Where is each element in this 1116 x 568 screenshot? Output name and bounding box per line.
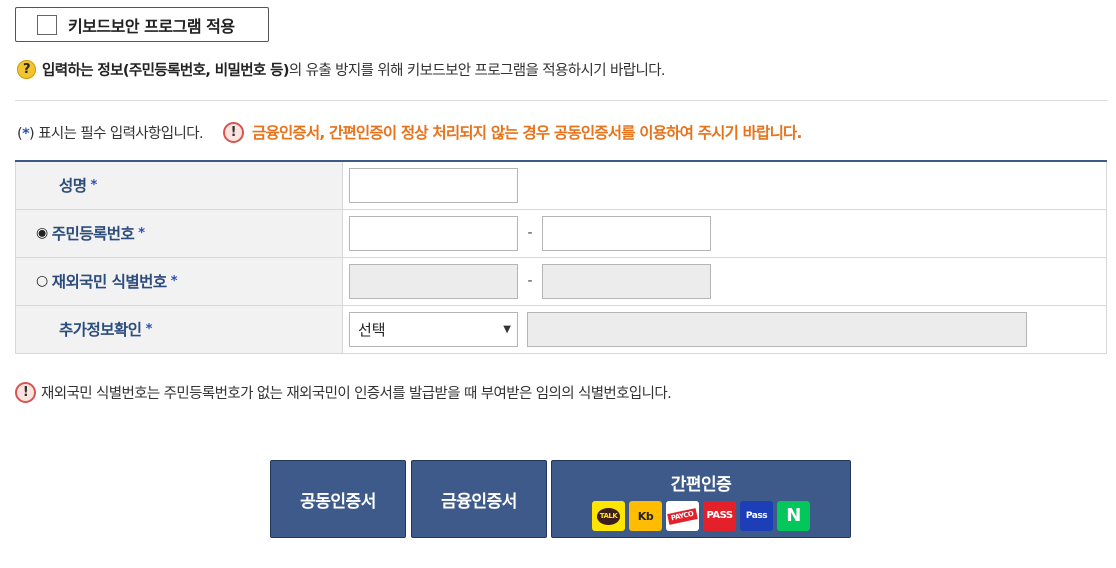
joint-certificate-label: 공동인증서 xyxy=(300,491,376,512)
rrn-back-input[interactable] xyxy=(542,215,711,251)
rrn-front-input[interactable] xyxy=(349,215,518,251)
foreign-id-label: 재외국민 식별번호 xyxy=(51,273,167,291)
foreign-id-back-input[interactable] xyxy=(542,263,711,299)
radio-unselected-icon[interactable]: ○ xyxy=(36,273,48,289)
form-row-extra: 추가정보확인 * 선택 ▼ xyxy=(15,305,1107,354)
radio-selected-icon[interactable]: ◉ xyxy=(36,225,48,241)
dash-separator: - xyxy=(527,273,533,289)
simple-auth-logos: TALK Kb PAYCO PASS Pass N xyxy=(592,501,810,531)
extra-info-input[interactable] xyxy=(527,311,1028,347)
rrn-label: 주민등록번호 xyxy=(51,225,135,243)
name-label: 성명 xyxy=(59,177,87,196)
joint-certificate-button[interactable]: 공동인증서 xyxy=(270,460,406,538)
foreign-id-radio-option[interactable]: ○ 재외국민 식별번호 * xyxy=(16,270,342,292)
required-notice-row: (*) 표시는 필수 입력사항입니다. ! 금융인증서, 간편인증이 정상 처리… xyxy=(17,121,802,143)
keyboard-security-checkbox[interactable] xyxy=(37,14,57,35)
finance-certificate-button[interactable]: 금융인증서 xyxy=(411,460,547,538)
foreign-id-notice-text: 재외국민 식별번호는 주민등록번호가 없는 재외국민이 인증서를 발급받을 때 … xyxy=(41,386,672,402)
divider xyxy=(15,100,1108,101)
pass-icon: PASS xyxy=(703,501,736,531)
identity-form: 성명 * ◉ 주민등록번호 * - ○ 재외국민 식별번호 * - 추가정보확인… xyxy=(15,160,1107,354)
required-star: * xyxy=(90,177,98,193)
exclamation-icon: ! xyxy=(15,382,36,403)
samsung-pass-icon: Pass xyxy=(740,501,773,531)
simple-auth-label: 간편인증 xyxy=(670,475,732,495)
extra-info-label: 추가정보확인 xyxy=(59,321,142,339)
security-notice: ? 입력하는 정보(주민등록번호, 비밀번호 등) 의 유출 방지를 위해 키보… xyxy=(17,59,666,80)
form-row-rrn: ◉ 주민등록번호 * - xyxy=(15,209,1107,258)
required-note: (*) 표시는 필수 입력사항입니다. xyxy=(17,125,204,142)
payco-icon: PAYCO xyxy=(666,501,699,531)
keyboard-security-label: 키보드보안 프로그램 적용 xyxy=(68,16,235,36)
foreign-id-notice: ! 재외국민 식별번호는 주민등록번호가 없는 재외국민이 인증서를 발급받을 … xyxy=(15,382,672,403)
exclamation-icon: ! xyxy=(223,121,245,143)
simple-auth-button[interactable]: 간편인증 TALK Kb PAYCO PASS Pass N xyxy=(551,460,851,538)
security-notice-text: 의 유출 방지를 위해 키보드보안 프로그램을 적용하시기 바랍니다. xyxy=(288,63,666,79)
kb-bank-icon: Kb xyxy=(629,501,662,531)
certificate-warning: 금융인증서, 간편인증이 정상 처리되지 않는 경우 공동인증서를 이용하여 주… xyxy=(252,124,802,142)
keyboard-security-toggle[interactable]: 키보드보안 프로그램 적용 xyxy=(15,7,269,42)
name-input[interactable] xyxy=(349,167,518,203)
required-star: * xyxy=(145,321,153,337)
question-icon: ? xyxy=(17,60,36,79)
foreign-id-front-input[interactable] xyxy=(349,263,518,299)
required-star: * xyxy=(138,225,145,241)
dash-separator: - xyxy=(527,225,533,241)
required-star: * xyxy=(170,273,178,289)
form-row-foreign-id: ○ 재외국민 식별번호 * - xyxy=(15,257,1107,306)
extra-info-select-value: 선택 xyxy=(358,320,386,339)
rrn-radio-option[interactable]: ◉ 주민등록번호 * xyxy=(16,222,342,244)
dropdown-caret-icon: ▼ xyxy=(503,323,511,335)
security-notice-bold: 입력하는 정보(주민등록번호, 비밀번호 등) xyxy=(42,63,289,79)
finance-certificate-label: 금융인증서 xyxy=(441,491,517,512)
extra-info-select[interactable]: 선택 ▼ xyxy=(349,311,518,347)
naver-icon: N xyxy=(777,501,810,531)
kakao-talk-icon: TALK xyxy=(592,501,625,531)
form-row-name: 성명 * xyxy=(15,160,1107,210)
